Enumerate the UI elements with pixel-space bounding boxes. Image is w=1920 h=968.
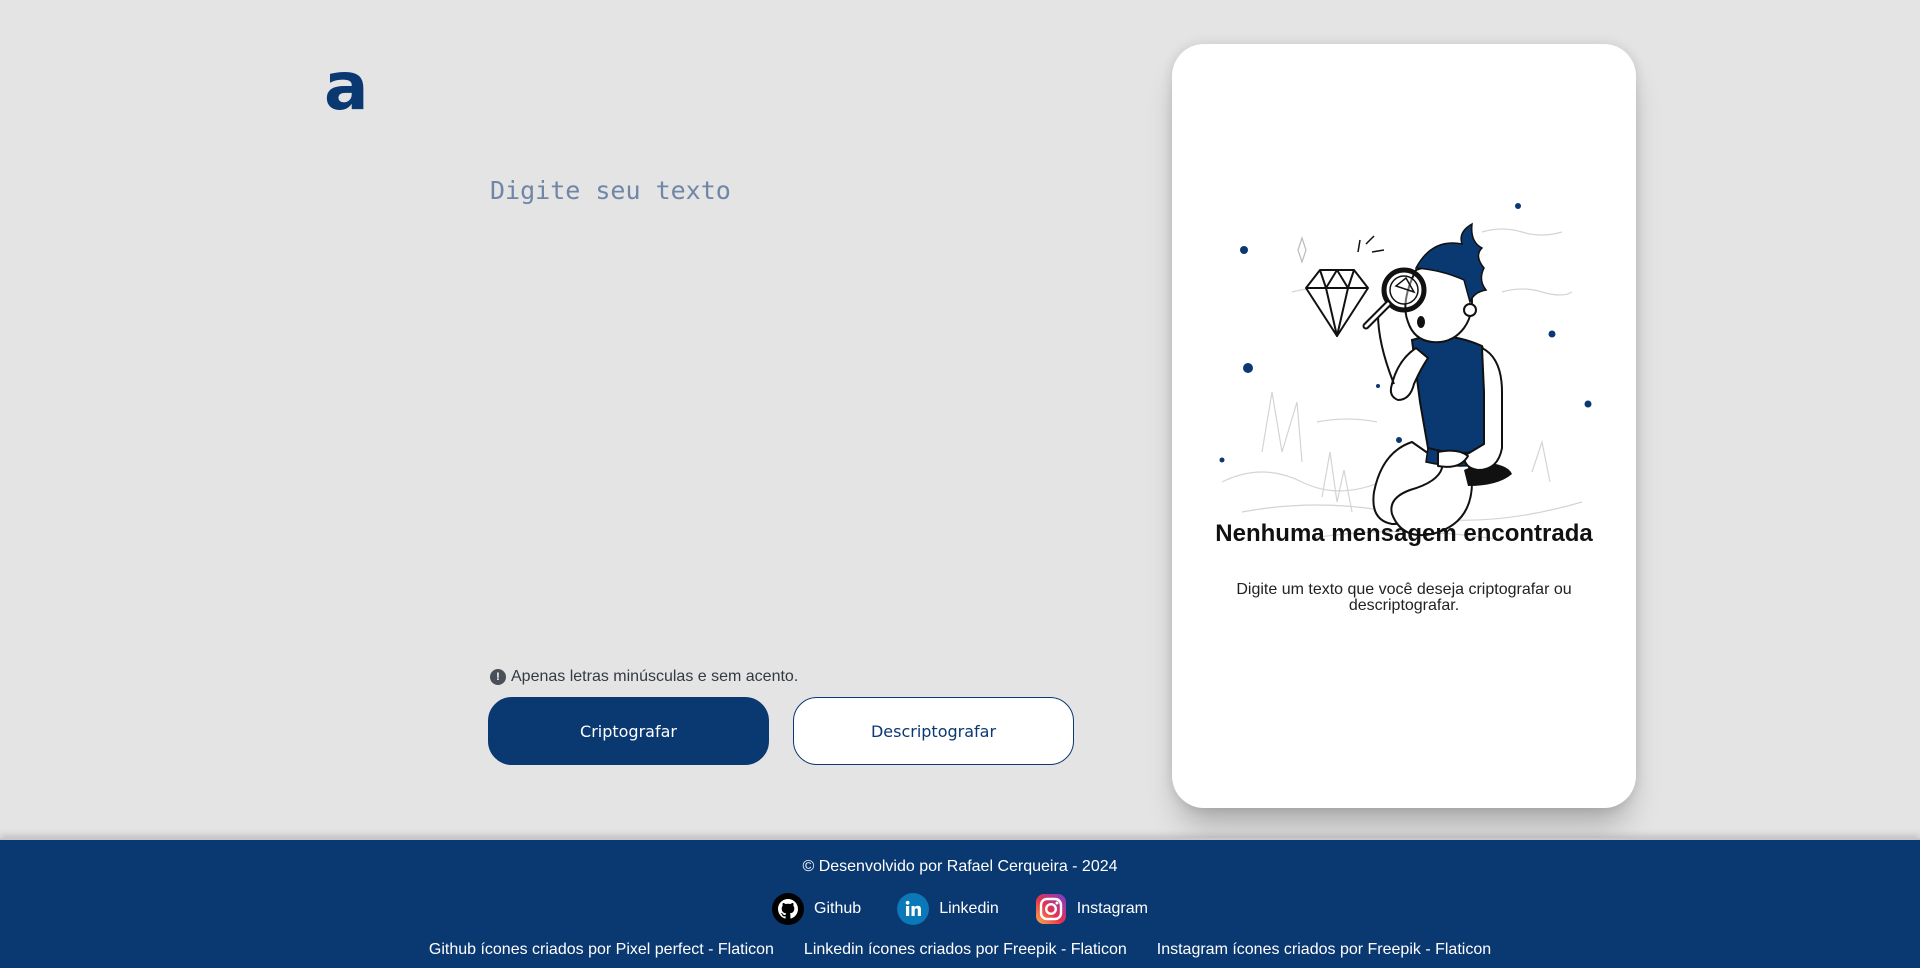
social-links: Github Linkedin Instagram — [0, 893, 1920, 925]
instagram-label: Instagram — [1076, 900, 1148, 917]
linkedin-icon — [897, 893, 930, 925]
github-link[interactable]: Github — [772, 893, 861, 925]
linkedin-link[interactable]: Linkedin — [897, 893, 999, 925]
github-icon — [772, 893, 805, 925]
decrypt-button[interactable]: Descriptografar — [793, 697, 1074, 765]
linkedin-label: Linkedin — [939, 900, 999, 917]
instagram-credit-link[interactable]: Instagram ícones criados por Freepik - F… — [1157, 941, 1491, 959]
page: a ! Apenas letras minúsculas e sem acent… — [0, 0, 1920, 968]
output-card: Nenhuma mensagem encontrada Digite um te… — [1172, 44, 1636, 808]
output-title: Nenhuma mensagem encontrada — [1215, 520, 1593, 547]
icon-credits: Github ícones criados por Pixel perfect … — [0, 941, 1920, 959]
github-label: Github — [814, 900, 862, 917]
input-hint: ! Apenas letras minúsculas e sem acento. — [490, 668, 798, 686]
copyright-text: © Desenvolvido por Rafael Cerqueira - 20… — [802, 858, 1118, 875]
person-magnifying-glass-diamond-illustration — [1219, 203, 1592, 541]
encrypt-button[interactable]: Criptografar — [488, 697, 769, 765]
text-input[interactable] — [490, 176, 1070, 636]
output-description: Digite um texto que você deseja criptogr… — [1236, 581, 1572, 614]
linkedin-credit-link[interactable]: Linkedin ícones criados por Freepik - Fl… — [804, 941, 1127, 959]
input-hint-text: Apenas letras minúsculas e sem acento. — [511, 668, 799, 685]
exclamation-icon: ! — [490, 669, 506, 685]
app-logo: a — [324, 48, 369, 125]
footer: © Desenvolvido por Rafael Cerqueira - 20… — [0, 838, 1920, 968]
instagram-link[interactable]: Instagram — [1035, 893, 1148, 925]
instagram-icon — [1035, 894, 1066, 924]
github-credit-link[interactable]: Github ícones criados por Pixel perfect … — [429, 941, 774, 959]
